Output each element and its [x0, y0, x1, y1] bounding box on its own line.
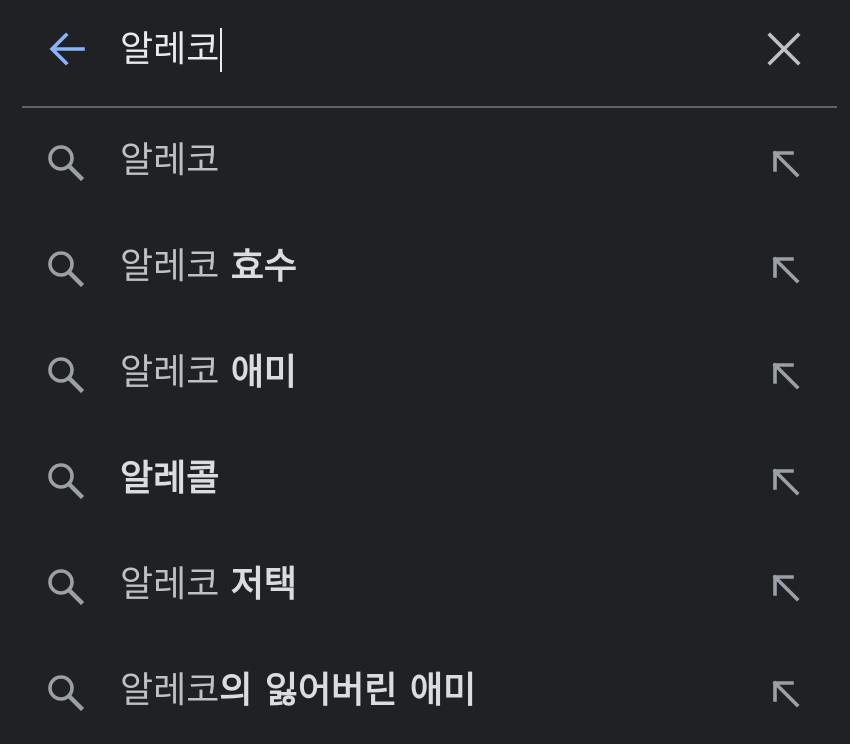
- search-screen: 알레코 알레코 알레코 효수 알레코 애미 알레콜 알레코 저택 알레코의 잃어…: [0, 0, 850, 744]
- arrow-up-left-icon: [772, 680, 800, 708]
- suggestion-item[interactable]: 알레코: [0, 108, 850, 214]
- suggestion-item[interactable]: 알레코 애미: [0, 320, 850, 426]
- suggestion-item[interactable]: 알레코의 잃어버린 애미: [0, 638, 850, 744]
- suggestion-prefix: 알레코: [120, 564, 231, 605]
- arrow-left-icon: [49, 32, 85, 66]
- close-icon: [767, 32, 801, 66]
- suggestion-completion: 애미: [230, 352, 298, 393]
- suggestion-text: 알레코 저택: [120, 559, 297, 611]
- search-icon: [44, 565, 86, 607]
- arrow-up-left-icon: [772, 150, 800, 178]
- suggestion-text: 알레콜: [120, 453, 219, 505]
- search-bar: 알레코: [0, 0, 850, 106]
- search-icon: [44, 671, 86, 713]
- search-query-text: 알레코: [120, 29, 220, 70]
- search-icon: [44, 247, 86, 289]
- fill-query-button[interactable]: [764, 672, 806, 714]
- fill-query-button[interactable]: [764, 460, 806, 502]
- arrow-up-left-icon: [772, 574, 800, 602]
- suggestion-completion: 저택: [230, 564, 298, 605]
- text-caret: [220, 28, 223, 72]
- suggestion-completion: 효수: [230, 246, 298, 287]
- suggestion-item[interactable]: 알레코 저택: [0, 532, 850, 638]
- search-icon: [44, 141, 86, 183]
- suggestion-text: 알레코: [120, 135, 219, 187]
- suggestion-item[interactable]: 알레콜: [0, 426, 850, 532]
- suggestion-prefix: 알레코: [120, 246, 231, 287]
- suggestion-completion: 알레콜: [120, 458, 220, 499]
- suggestion-prefix: 알레코: [120, 140, 220, 181]
- search-icon: [44, 353, 86, 395]
- arrow-up-left-icon: [772, 468, 800, 496]
- arrow-up-left-icon: [772, 362, 800, 390]
- fill-query-button[interactable]: [764, 248, 806, 290]
- clear-button[interactable]: [760, 26, 808, 72]
- suggestion-text: 알레코의 잃어버린 애미: [120, 665, 476, 717]
- search-input[interactable]: 알레코: [120, 24, 223, 76]
- suggestion-text: 알레코 애미: [120, 347, 297, 399]
- fill-query-button[interactable]: [764, 142, 806, 184]
- suggestion-prefix: 알레코: [120, 352, 231, 393]
- arrow-up-left-icon: [772, 256, 800, 284]
- suggestion-list: 알레코 알레코 효수 알레코 애미 알레콜 알레코 저택 알레코의 잃어버린 애…: [0, 108, 850, 744]
- search-icon: [44, 459, 86, 501]
- suggestion-prefix: 알레코: [120, 670, 220, 711]
- fill-query-button[interactable]: [764, 566, 806, 608]
- suggestion-text: 알레코 효수: [120, 241, 297, 293]
- suggestion-item[interactable]: 알레코 효수: [0, 214, 850, 320]
- suggestion-completion: 의 잃어버린 애미: [219, 670, 477, 711]
- back-button[interactable]: [44, 26, 90, 72]
- fill-query-button[interactable]: [764, 354, 806, 396]
